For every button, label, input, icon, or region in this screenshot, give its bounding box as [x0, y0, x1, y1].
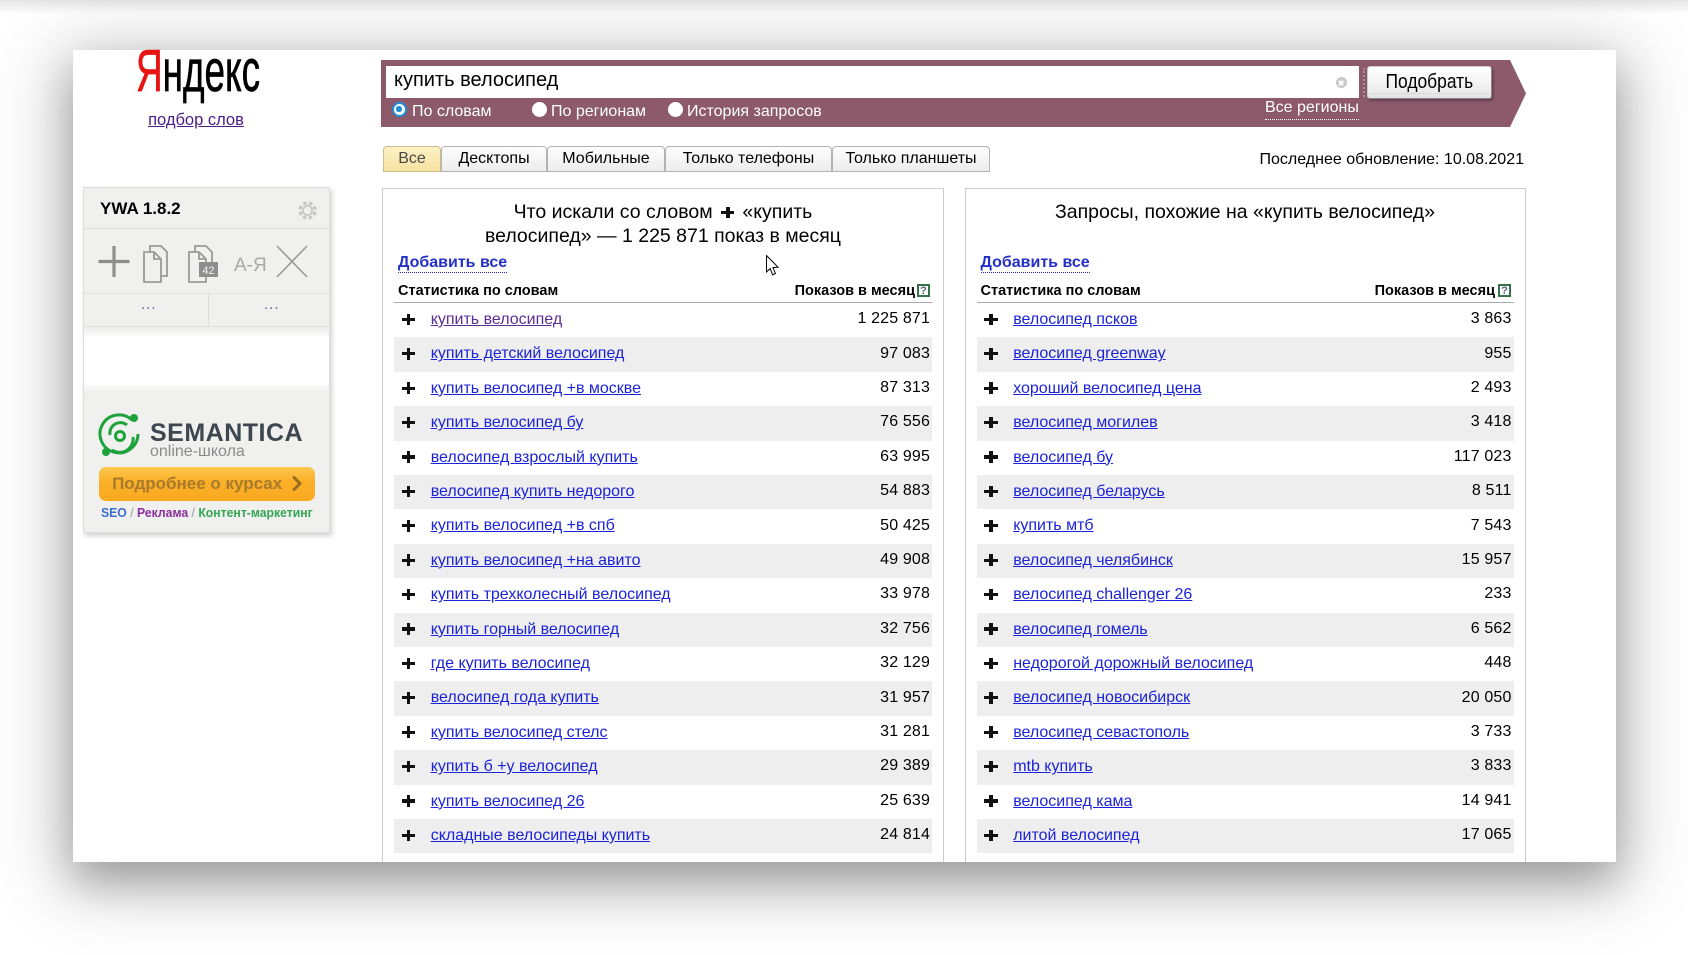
svg-text:42: 42: [202, 265, 214, 277]
svg-text:А-Я: А-Я: [234, 255, 267, 276]
